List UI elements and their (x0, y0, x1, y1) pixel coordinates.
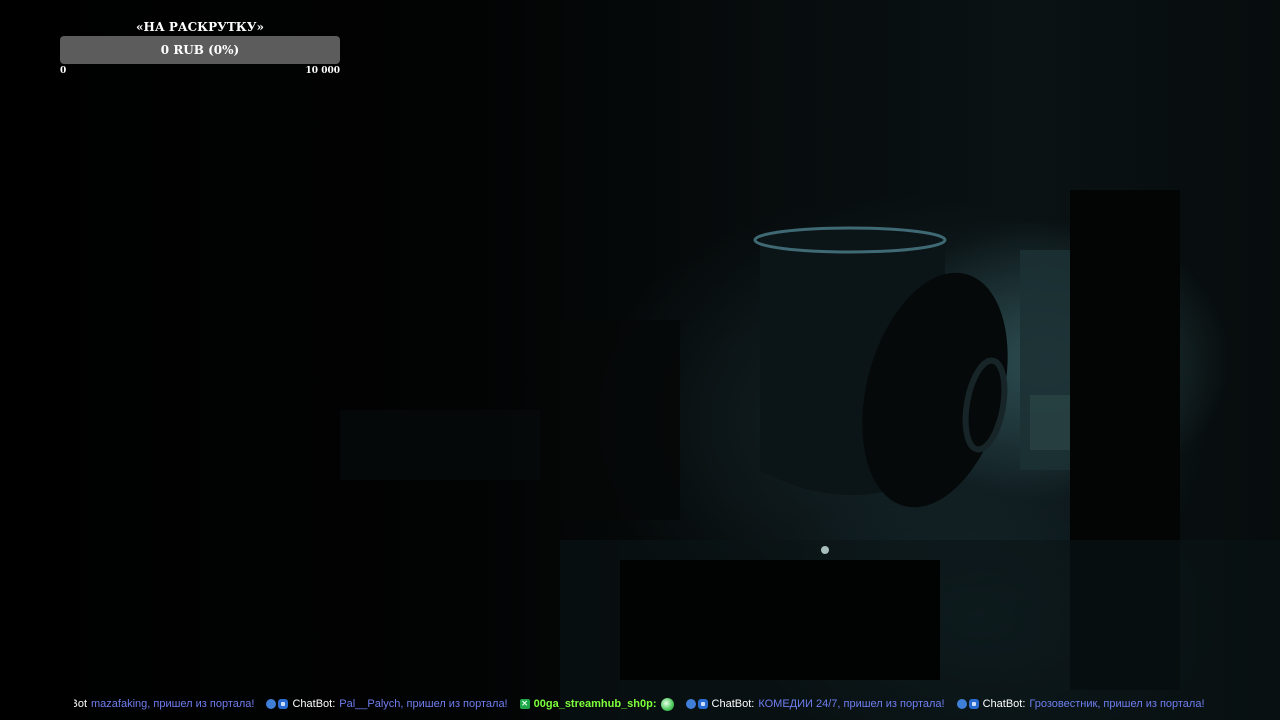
moderator-icon (968, 699, 979, 709)
chat-text: Pal__Palych, пришел из портала! (339, 698, 508, 710)
goal-max-label: 10 000 (305, 66, 340, 76)
chat-author: ChatBot: (982, 698, 1026, 710)
bot-icon (956, 699, 967, 709)
game-viewport (0, 0, 1280, 720)
chat-ticker-track: ChatBot: mazafaking, пришел из портала! … (72, 692, 1217, 716)
bot-icon (685, 699, 696, 709)
chat-message: ChatBot: КОМЕДИИ 24/7, пришел из портала… (685, 698, 945, 710)
chat-message: ChatBot: mazafaking, пришел из портала! (72, 698, 254, 710)
bot-icon (266, 699, 277, 709)
chat-text: КОМЕДИИ 24/7, пришел из портала! (758, 698, 945, 710)
chat-message: ChatBot: Pal__Palych, пришел из портала! (266, 698, 508, 710)
goal-scale: 0 10 000 (60, 66, 340, 80)
goal-min-label: 0 (60, 66, 67, 76)
donation-goal-widget: «НА РАСКРУТКУ» 0 RUB (0%) 0 10 000 (60, 18, 340, 80)
moderator-icon (697, 699, 708, 709)
chat-author: ChatBot: (711, 698, 755, 710)
chat-text: mazafaking, пришел из портала! (91, 698, 255, 710)
chat-author: ChatBot: (74, 698, 87, 710)
emote-icon (660, 697, 674, 711)
machinery-far (340, 410, 540, 480)
goal-amount: 0 RUB (0%) (160, 43, 240, 57)
spark-light (821, 546, 829, 554)
goal-title: «НА РАСКРУТКУ» (136, 20, 264, 34)
chat-author: 00ga_streamhub_sh0p: (533, 698, 657, 710)
machinery-left (560, 320, 680, 520)
foreground-block (620, 560, 940, 680)
chat-ticker: ChatBot: mazafaking, пришел из портала! … (0, 692, 1280, 716)
chat-message: ✕ 00ga_streamhub_sh0p: (519, 697, 674, 711)
moderator-icon (278, 699, 289, 709)
chat-author: ChatBot: (292, 698, 336, 710)
chat-text: Грозовестник, пришел из портала! (1029, 698, 1205, 710)
game-scene-art (340, 190, 1280, 720)
goal-progress-bar: 0 RUB (0%) (60, 36, 340, 64)
subscriber-icon: ✕ (519, 699, 530, 709)
chat-message: ChatBot: Грозовестник, пришел из портала… (956, 698, 1205, 710)
